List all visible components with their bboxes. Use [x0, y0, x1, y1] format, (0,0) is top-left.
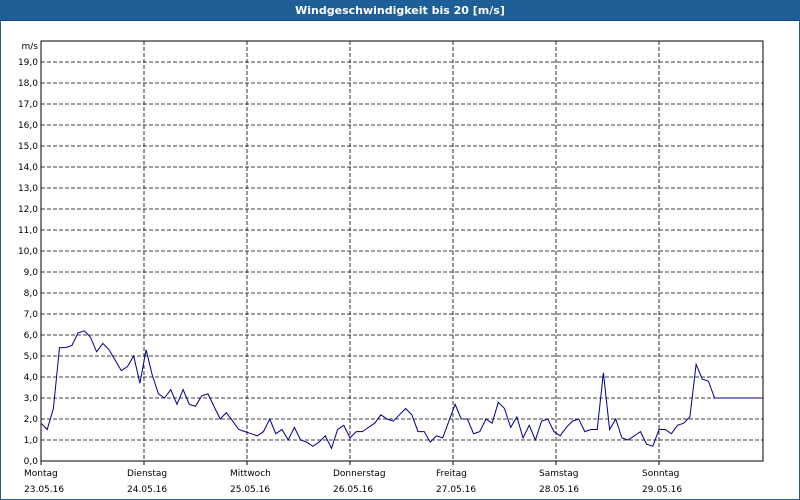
- x-tick-date-label: 29.05.16: [642, 485, 682, 495]
- y-tick-label: 18,0: [18, 79, 38, 89]
- y-tick-label: 11,0: [18, 226, 38, 236]
- y-tick-label: 1,0: [24, 436, 39, 446]
- y-tick-label: 16,0: [18, 121, 38, 131]
- series: [40, 330, 762, 450]
- y-tick-label: 7,0: [24, 310, 39, 320]
- x-tick-date-label: 25.05.16: [230, 485, 270, 495]
- x-tick-day-label: Dienstag: [127, 469, 167, 479]
- y-axis-unit-label: m/s: [22, 42, 39, 52]
- x-tick-day-label: Mittwoch: [230, 469, 271, 479]
- y-tick-label: 8,0: [24, 289, 39, 299]
- x-tick-date-label: 23.05.16: [24, 485, 64, 495]
- y-tick-label: 10,0: [18, 247, 38, 257]
- y-tick-label: 13,0: [18, 184, 38, 194]
- x-tick-day-label: Freitag: [436, 469, 467, 479]
- grid: [41, 41, 763, 461]
- series-line: [40, 330, 762, 450]
- chart-window: Windgeschwindigkeit bis 20 [m/s] 0,0 1,0 2…: [0, 0, 800, 500]
- y-tick-label: 0,0: [24, 457, 39, 467]
- x-tick-day-label: Samstag: [539, 469, 578, 479]
- x-tick-date-label: 27.05.16: [436, 485, 476, 495]
- y-tick-label: 17,0: [18, 100, 38, 110]
- x-tick-date-label: 24.05.16: [127, 485, 167, 495]
- y-tick-label: 2,0: [24, 415, 39, 425]
- y-tick-label: 12,0: [18, 205, 38, 215]
- x-tick-date-label: 26.05.16: [333, 485, 373, 495]
- x-tick-date-label: 28.05.16: [539, 485, 579, 495]
- axes: [40, 40, 764, 465]
- y-tick-label: 4,0: [24, 373, 39, 383]
- x-tick-day-label: Donnerstag: [333, 469, 386, 479]
- y-tick-label: 19,0: [18, 58, 38, 68]
- x-tick-day-label: Montag: [24, 469, 58, 479]
- x-tick-day-label: Sonntag: [642, 469, 679, 479]
- wind-speed-chart: 0,0 1,0 2,0 3,0 4,0 5,0 6,0 7,0 8,0 9,0 10,0 11,0 12…: [18, 40, 764, 495]
- y-tick-label: 14,0: [18, 163, 38, 173]
- y-tick-label: 3,0: [24, 394, 39, 404]
- y-tick-label: 5,0: [24, 352, 39, 362]
- y-tick-label: 15,0: [18, 142, 38, 152]
- y-tick-label: 6,0: [24, 331, 39, 341]
- y-tick-label: 9,0: [24, 268, 39, 278]
